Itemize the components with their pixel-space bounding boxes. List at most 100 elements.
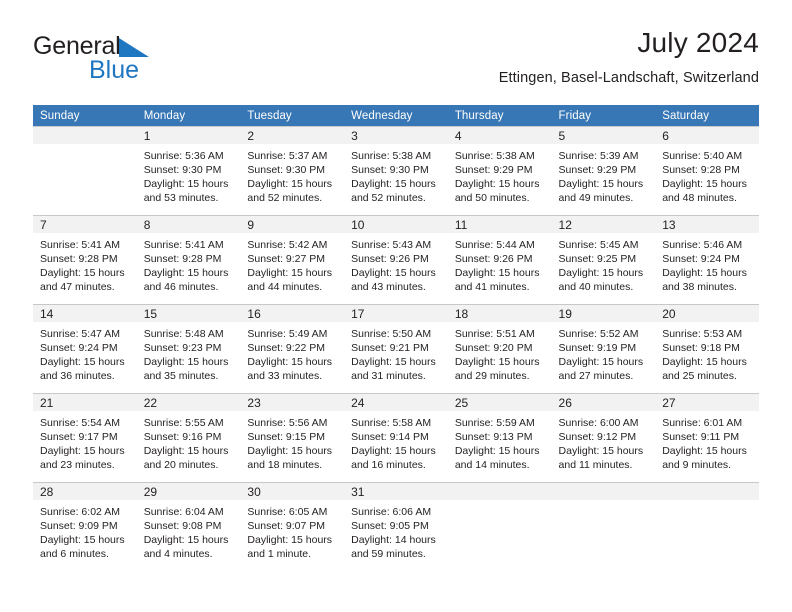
calendar-day-cell[interactable]: 20 Sunrise: 5:53 AM Sunset: 9:18 PM Dayligh… — [655, 304, 759, 394]
sunset-text: Sunset: 9:24 PM — [662, 253, 740, 266]
sunrise-text: Sunrise: 5:42 AM — [247, 239, 328, 251]
sunset-text: Sunset: 9:07 PM — [247, 520, 326, 533]
sunrise-text: Sunrise: 5:41 AM — [143, 239, 224, 251]
calendar-week-row: 28 Sunrise: 6:02 AM Sunset: 9:09 PM Dayligh… — [33, 482, 759, 571]
day-details: Sunrise: 5:59 AM Sunset: 9:13 PM Daylight:… — [448, 411, 552, 472]
daylight-text-line2: and 35 minutes. — [143, 370, 219, 383]
day-number: 31 — [344, 483, 448, 500]
day-details: Sunrise: 5:54 AM Sunset: 9:17 PM Daylight:… — [33, 411, 137, 472]
sunrise-text: Sunrise: 5:55 AM — [143, 417, 224, 429]
sunrise-text: Sunrise: 5:44 AM — [454, 239, 535, 251]
calendar-day-cell[interactable]: 23 Sunrise: 5:56 AM Sunset: 9:15 PM Dayligh… — [240, 393, 345, 483]
calendar-cell-empty — [447, 482, 552, 571]
day-number: 30 — [240, 483, 345, 500]
daylight-text-line1: Daylight: 15 hours — [558, 267, 644, 280]
day-details: Sunrise: 6:05 AM Sunset: 9:07 PM Daylight:… — [240, 500, 344, 561]
calendar-day-cell[interactable]: 3 Sunrise: 5:38 AM Sunset: 9:30 PM Daylight… — [344, 126, 448, 216]
calendar-day-cell[interactable]: 5 Sunrise: 5:39 AM Sunset: 9:29 PM Daylight… — [551, 126, 656, 216]
day-details: Sunrise: 5:41 AM Sunset: 9:28 PM Daylight:… — [33, 233, 137, 294]
calendar-day-cell[interactable]: 8 Sunrise: 5:41 AM Sunset: 9:28 PM Daylight… — [136, 215, 241, 305]
daylight-text-line2: and 4 minutes. — [143, 548, 213, 561]
weekday-header-monday: Monday — [136, 105, 241, 127]
sunset-text: Sunset: 9:30 PM — [351, 164, 429, 177]
calendar-day-cell[interactable]: 2 Sunrise: 5:37 AM Sunset: 9:30 PM Daylight… — [240, 126, 345, 216]
calendar-week-row: 21 Sunrise: 5:54 AM Sunset: 9:17 PM Dayligh… — [33, 393, 759, 483]
day-number: 17 — [344, 305, 448, 322]
sunrise-text: Sunrise: 6:04 AM — [143, 506, 224, 518]
calendar-day-cell[interactable]: 6 Sunrise: 5:40 AM Sunset: 9:28 PM Daylight… — [655, 126, 759, 216]
calendar-day-cell[interactable]: 27 Sunrise: 6:01 AM Sunset: 9:11 PM Dayligh… — [655, 393, 759, 483]
calendar-day-cell[interactable]: 21 Sunrise: 5:54 AM Sunset: 9:17 PM Dayligh… — [33, 393, 137, 483]
daylight-text-line1: Daylight: 15 hours — [662, 445, 747, 458]
sunset-text: Sunset: 9:08 PM — [143, 520, 222, 533]
calendar-day-cell[interactable]: 28 Sunrise: 6:02 AM Sunset: 9:09 PM Dayligh… — [33, 482, 137, 571]
day-details: Sunrise: 5:38 AM Sunset: 9:29 PM Daylight:… — [448, 144, 552, 205]
general-blue-logo[interactable]: General Blue — [33, 34, 233, 94]
calendar-day-cell[interactable]: 31 Sunrise: 6:06 AM Sunset: 9:05 PM Dayligh… — [344, 482, 448, 571]
calendar-day-cell[interactable]: 9 Sunrise: 5:42 AM Sunset: 9:27 PM Daylight… — [240, 215, 345, 305]
sunset-text: Sunset: 9:09 PM — [40, 520, 118, 533]
title-block: July 2024 Ettingen, Basel-Landschaft, Sw… — [499, 27, 759, 86]
calendar-day-cell[interactable]: 17 Sunrise: 5:50 AM Sunset: 9:21 PM Dayligh… — [344, 304, 448, 394]
calendar-day-cell[interactable]: 25 Sunrise: 5:59 AM Sunset: 9:13 PM Dayligh… — [447, 393, 552, 483]
calendar-day-cell[interactable]: 29 Sunrise: 6:04 AM Sunset: 9:08 PM Dayligh… — [136, 482, 241, 571]
sunset-text: Sunset: 9:29 PM — [454, 164, 533, 177]
daylight-text-line2: and 53 minutes. — [143, 192, 219, 205]
daylight-text-line2: and 52 minutes. — [247, 192, 323, 205]
logo-text-blue: Blue — [89, 56, 140, 84]
calendar-day-cell[interactable]: 15 Sunrise: 5:48 AM Sunset: 9:23 PM Dayligh… — [136, 304, 241, 394]
day-details: Sunrise: 5:48 AM Sunset: 9:23 PM Daylight:… — [137, 322, 241, 383]
day-details: Sunrise: 5:52 AM Sunset: 9:19 PM Daylight:… — [552, 322, 656, 383]
calendar-day-cell[interactable]: 19 Sunrise: 5:52 AM Sunset: 9:19 PM Dayligh… — [551, 304, 656, 394]
daylight-text-line2: and 47 minutes. — [40, 281, 115, 294]
weekday-header-wednesday: Wednesday — [344, 105, 448, 127]
calendar-cell-empty — [33, 126, 137, 216]
calendar-day-cell[interactable]: 18 Sunrise: 5:51 AM Sunset: 9:20 PM Dayligh… — [447, 304, 552, 394]
sunset-text: Sunset: 9:13 PM — [454, 431, 533, 444]
sunrise-text: Sunrise: 5:51 AM — [454, 328, 535, 340]
calendar-day-cell[interactable]: 11 Sunrise: 5:44 AM Sunset: 9:26 PM Dayligh… — [447, 215, 552, 305]
day-number: 4 — [447, 127, 552, 144]
weekday-header-tuesday: Tuesday — [240, 105, 345, 127]
sunset-text: Sunset: 9:11 PM — [662, 431, 740, 444]
day-details: Sunrise: 6:04 AM Sunset: 9:08 PM Daylight:… — [137, 500, 241, 561]
sunset-text: Sunset: 9:19 PM — [558, 342, 637, 355]
calendar-day-cell[interactable]: 4 Sunrise: 5:38 AM Sunset: 9:29 PM Daylight… — [447, 126, 552, 216]
sunrise-text: Sunrise: 6:00 AM — [558, 417, 639, 429]
daylight-text-line2: and 1 minute. — [247, 548, 312, 561]
daylight-text-line1: Daylight: 15 hours — [662, 178, 747, 191]
sunset-text: Sunset: 9:26 PM — [351, 253, 429, 266]
calendar-day-cell[interactable]: 7 Sunrise: 5:41 AM Sunset: 9:28 PM Daylight… — [33, 215, 137, 305]
day-details: Sunrise: 5:45 AM Sunset: 9:25 PM Daylight:… — [552, 233, 656, 294]
calendar-day-cell[interactable]: 12 Sunrise: 5:45 AM Sunset: 9:25 PM Dayligh… — [551, 215, 656, 305]
sunset-text: Sunset: 9:15 PM — [247, 431, 326, 444]
daylight-text-line2: and 23 minutes. — [40, 459, 115, 472]
calendar-day-cell[interactable]: 30 Sunrise: 6:05 AM Sunset: 9:07 PM Dayligh… — [240, 482, 345, 571]
daylight-text-line1: Daylight: 15 hours — [40, 445, 125, 458]
calendar-day-cell[interactable]: 16 Sunrise: 5:49 AM Sunset: 9:22 PM Dayligh… — [240, 304, 345, 394]
sunrise-text: Sunrise: 5:52 AM — [558, 328, 639, 340]
calendar-day-cell[interactable]: 24 Sunrise: 5:58 AM Sunset: 9:14 PM Dayligh… — [344, 393, 448, 483]
day-details: Sunrise: 6:00 AM Sunset: 9:12 PM Daylight:… — [552, 411, 656, 472]
calendar-day-cell[interactable]: 26 Sunrise: 6:00 AM Sunset: 9:12 PM Dayligh… — [551, 393, 656, 483]
day-number: 5 — [551, 127, 656, 144]
daylight-text-line1: Daylight: 15 hours — [40, 356, 125, 369]
day-number: 23 — [240, 394, 345, 411]
daylight-text-line1: Daylight: 15 hours — [351, 178, 436, 191]
daylight-text-line1: Daylight: 15 hours — [454, 445, 540, 458]
calendar-day-cell[interactable]: 10 Sunrise: 5:43 AM Sunset: 9:26 PM Dayligh… — [344, 215, 448, 305]
daylight-text-line2: and 44 minutes. — [247, 281, 323, 294]
sunrise-text: Sunrise: 5:59 AM — [454, 417, 535, 429]
sunset-text: Sunset: 9:18 PM — [662, 342, 740, 355]
calendar-day-cell[interactable]: 1 Sunrise: 5:36 AM Sunset: 9:30 PM Daylight… — [136, 126, 241, 216]
day-details: Sunrise: 5:41 AM Sunset: 9:28 PM Daylight:… — [137, 233, 241, 294]
daylight-text-line2: and 27 minutes. — [558, 370, 634, 383]
calendar-day-cell[interactable]: 13 Sunrise: 5:46 AM Sunset: 9:24 PM Dayligh… — [655, 215, 759, 305]
day-number: 12 — [551, 216, 656, 233]
sunrise-text: Sunrise: 6:05 AM — [247, 506, 328, 518]
day-number: 20 — [655, 305, 759, 322]
day-details: Sunrise: 5:46 AM Sunset: 9:24 PM Daylight:… — [655, 233, 759, 294]
calendar-day-cell[interactable]: 14 Sunrise: 5:47 AM Sunset: 9:24 PM Dayligh… — [33, 304, 137, 394]
calendar-day-cell[interactable]: 22 Sunrise: 5:55 AM Sunset: 9:16 PM Dayligh… — [136, 393, 241, 483]
daylight-text-line2: and 59 minutes. — [351, 548, 426, 561]
